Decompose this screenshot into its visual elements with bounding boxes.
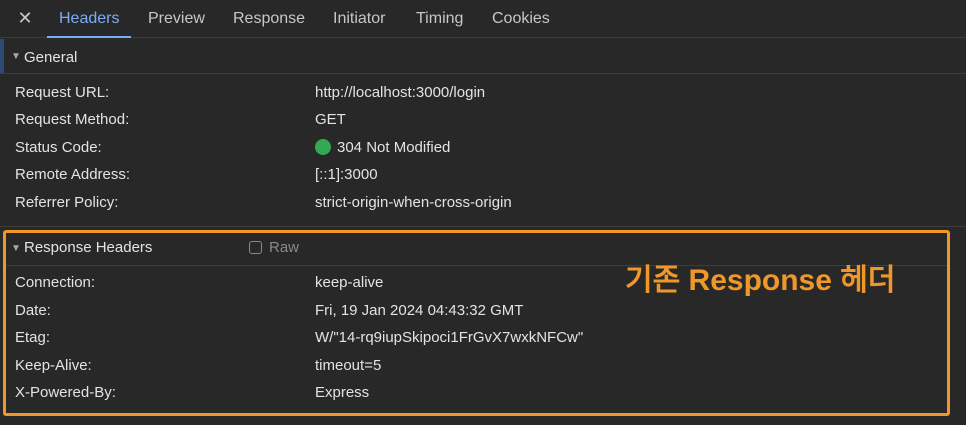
- tab-timing[interactable]: Timing: [416, 0, 463, 37]
- general-section-header[interactable]: ▼ General: [0, 39, 966, 74]
- status-code-text: 304 Not Modified: [337, 139, 451, 156]
- general-value-request-method: GET: [315, 111, 346, 128]
- status-ok-icon: [315, 139, 331, 155]
- response-value-etag: W/"14-rq9iupSkipoci1FrGvX7wxkNFCw": [315, 329, 584, 346]
- tab-response[interactable]: Response: [233, 0, 305, 37]
- annotation-label: 기존 Response 헤더: [625, 264, 896, 297]
- tab-headers[interactable]: Headers: [46, 0, 133, 38]
- response-label-keep-alive: Keep-Alive:: [15, 357, 92, 374]
- general-value-status-code: 304 Not Modified: [315, 139, 450, 156]
- raw-checkbox-label[interactable]: Raw: [269, 239, 299, 256]
- triangle-down-icon[interactable]: ▼: [11, 243, 21, 254]
- response-label-connection: Connection:: [15, 274, 96, 291]
- close-icon[interactable]: ✕: [14, 7, 36, 29]
- response-value-connection: keep-alive: [315, 274, 384, 291]
- general-value-request-url: http://localhost:3000/login: [315, 84, 486, 101]
- response-label-etag: Etag:: [15, 329, 51, 346]
- tab-initiator[interactable]: Initiator: [333, 0, 385, 37]
- general-label-request-method: Request Method:: [15, 111, 130, 128]
- response-value-x-powered-by: Express: [315, 384, 370, 401]
- general-section-title: General: [24, 49, 78, 66]
- general-label-referrer-policy: Referrer Policy:: [15, 194, 119, 211]
- response-headers-section-title[interactable]: Response Headers: [24, 239, 152, 256]
- general-value-referrer-policy: strict-origin-when-cross-origin: [315, 194, 512, 211]
- general-label-request-url: Request URL:: [15, 84, 110, 101]
- response-value-date: Fri, 19 Jan 2024 04:43:32 GMT: [315, 302, 524, 319]
- response-label-x-powered-by: X-Powered-By:: [15, 384, 116, 401]
- response-label-date: Date:: [15, 302, 51, 319]
- general-label-status-code: Status Code:: [15, 139, 102, 156]
- tab-cookies[interactable]: Cookies: [492, 0, 550, 37]
- devtools-tab-bar: ✕ Headers Preview Response Initiator Tim…: [0, 0, 966, 38]
- response-value-keep-alive: timeout=5: [315, 357, 382, 374]
- tab-preview[interactable]: Preview: [148, 0, 205, 37]
- general-label-remote-address: Remote Address:: [15, 166, 131, 183]
- triangle-down-icon[interactable]: ▼: [11, 51, 21, 62]
- general-value-remote-address: [::1]:3000: [315, 166, 378, 183]
- section-divider: [0, 226, 966, 227]
- raw-checkbox[interactable]: [249, 241, 262, 254]
- section-accent-bar: [0, 39, 4, 73]
